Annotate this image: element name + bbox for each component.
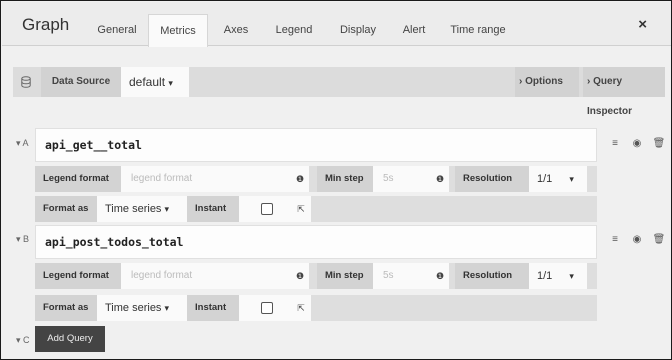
format-as-value: Time series <box>105 302 162 314</box>
query-letter: A <box>22 138 29 148</box>
query-inspector-button[interactable]: › Query Inspector <box>583 67 665 117</box>
tab-axes[interactable]: Axes <box>218 14 254 46</box>
tab-metrics[interactable]: Metrics <box>148 14 208 47</box>
external-link-icon[interactable]: ⇱ <box>291 295 311 321</box>
query-letter: C <box>23 335 30 345</box>
editor-header: Graph General Metrics Axes Legend Displa… <box>2 2 671 47</box>
info-icon: ❶ <box>431 166 449 192</box>
min-step-label: Min step <box>317 263 373 289</box>
caret-down-icon: ▾ <box>164 303 170 313</box>
options-label: Options <box>525 76 563 87</box>
caret-down-icon: ▾ <box>168 78 173 88</box>
chevron-right-icon: › <box>587 76 591 87</box>
instant-checkbox[interactable] <box>261 302 273 314</box>
external-link-icon[interactable]: ⇱ <box>291 196 311 222</box>
resolution-value: 1/1 <box>537 270 553 282</box>
datasource-value: default <box>129 75 166 89</box>
query-a-options-row: Legend format legend format ❶ Min step 5… <box>35 166 597 192</box>
datasource-label: Data Source <box>41 67 121 97</box>
caret-down-icon: ▾ <box>569 174 574 184</box>
datasource-select[interactable]: default ▾ <box>121 67 189 97</box>
query-a-toggle[interactable]: ▾ A <box>16 138 29 149</box>
instant-checkbox[interactable] <box>261 203 273 215</box>
info-icon: ❶ <box>431 263 449 289</box>
format-as-value: Time series <box>105 203 162 215</box>
chevron-right-icon: › <box>519 76 523 87</box>
format-as-label: Format as <box>35 295 97 321</box>
datasource-row: Data Source default ▾ › Options › Query … <box>13 67 665 117</box>
panel-title: Graph <box>22 15 70 34</box>
panel-editor: Graph General Metrics Axes Legend Displa… <box>0 0 672 360</box>
query-b-format-row: Format as Time series ▾ Instant ⇱ <box>35 295 597 321</box>
legend-format-input[interactable]: legend format <box>121 166 291 192</box>
database-icon <box>21 76 31 88</box>
instant-label: Instant <box>187 295 239 321</box>
collapse-caret-icon: ▾ <box>16 234 21 244</box>
query-c-indicator: ▾ C <box>16 335 30 346</box>
eye-icon[interactable]: ◉ <box>627 234 647 245</box>
legend-format-label: Legend format <box>35 263 121 289</box>
menu-icon[interactable]: ≡ <box>605 234 625 245</box>
query-inspector-label: Query Inspector <box>587 76 633 117</box>
options-button[interactable]: › Options <box>515 67 579 97</box>
query-expression-input[interactable]: api_post_todos_total <box>35 225 597 259</box>
resolution-label: Resolution <box>455 166 529 192</box>
resolution-select[interactable]: 1/1 ▾ <box>529 263 587 289</box>
resolution-value: 1/1 <box>537 173 553 185</box>
info-icon: ❶ <box>291 263 309 289</box>
collapse-caret-icon: ▾ <box>16 335 21 345</box>
collapse-caret-icon: ▾ <box>16 138 21 148</box>
legend-format-label: Legend format <box>35 166 121 192</box>
tab-alert[interactable]: Alert <box>396 14 432 46</box>
tab-general[interactable]: General <box>94 14 140 46</box>
min-step-input[interactable]: 5s <box>373 166 431 192</box>
instant-cell <box>239 196 291 222</box>
eye-icon[interactable]: ◉ <box>627 138 647 149</box>
tab-display[interactable]: Display <box>334 14 382 46</box>
close-icon[interactable]: × <box>638 16 647 33</box>
resolution-select[interactable]: 1/1 ▾ <box>529 166 587 192</box>
query-b-options-row: Legend format legend format ❶ Min step 5… <box>35 263 597 289</box>
query-expression-input[interactable]: api_get__total <box>35 128 597 162</box>
instant-cell <box>239 295 291 321</box>
info-icon: ❶ <box>291 166 309 192</box>
instant-label: Instant <box>187 196 239 222</box>
min-step-input[interactable]: 5s <box>373 263 431 289</box>
add-query-button[interactable]: Add Query <box>35 326 105 352</box>
format-as-select[interactable]: Time series ▾ <box>97 196 187 222</box>
query-b-toggle[interactable]: ▾ B <box>16 234 29 245</box>
tab-time-range[interactable]: Time range <box>446 14 510 46</box>
trash-icon[interactable]: 🗑 <box>649 138 669 149</box>
query-letter: B <box>23 234 30 244</box>
legend-format-input[interactable]: legend format <box>121 263 291 289</box>
trash-icon[interactable]: 🗑 <box>649 234 669 245</box>
min-step-label: Min step <box>317 166 373 192</box>
caret-down-icon: ▾ <box>569 271 574 281</box>
resolution-label: Resolution <box>455 263 529 289</box>
format-as-select[interactable]: Time series ▾ <box>97 295 187 321</box>
caret-down-icon: ▾ <box>164 204 170 214</box>
menu-icon[interactable]: ≡ <box>605 138 625 149</box>
tab-legend[interactable]: Legend <box>270 14 318 46</box>
format-as-label: Format as <box>35 196 97 222</box>
query-a-format-row: Format as Time series ▾ Instant ⇱ <box>35 196 597 222</box>
